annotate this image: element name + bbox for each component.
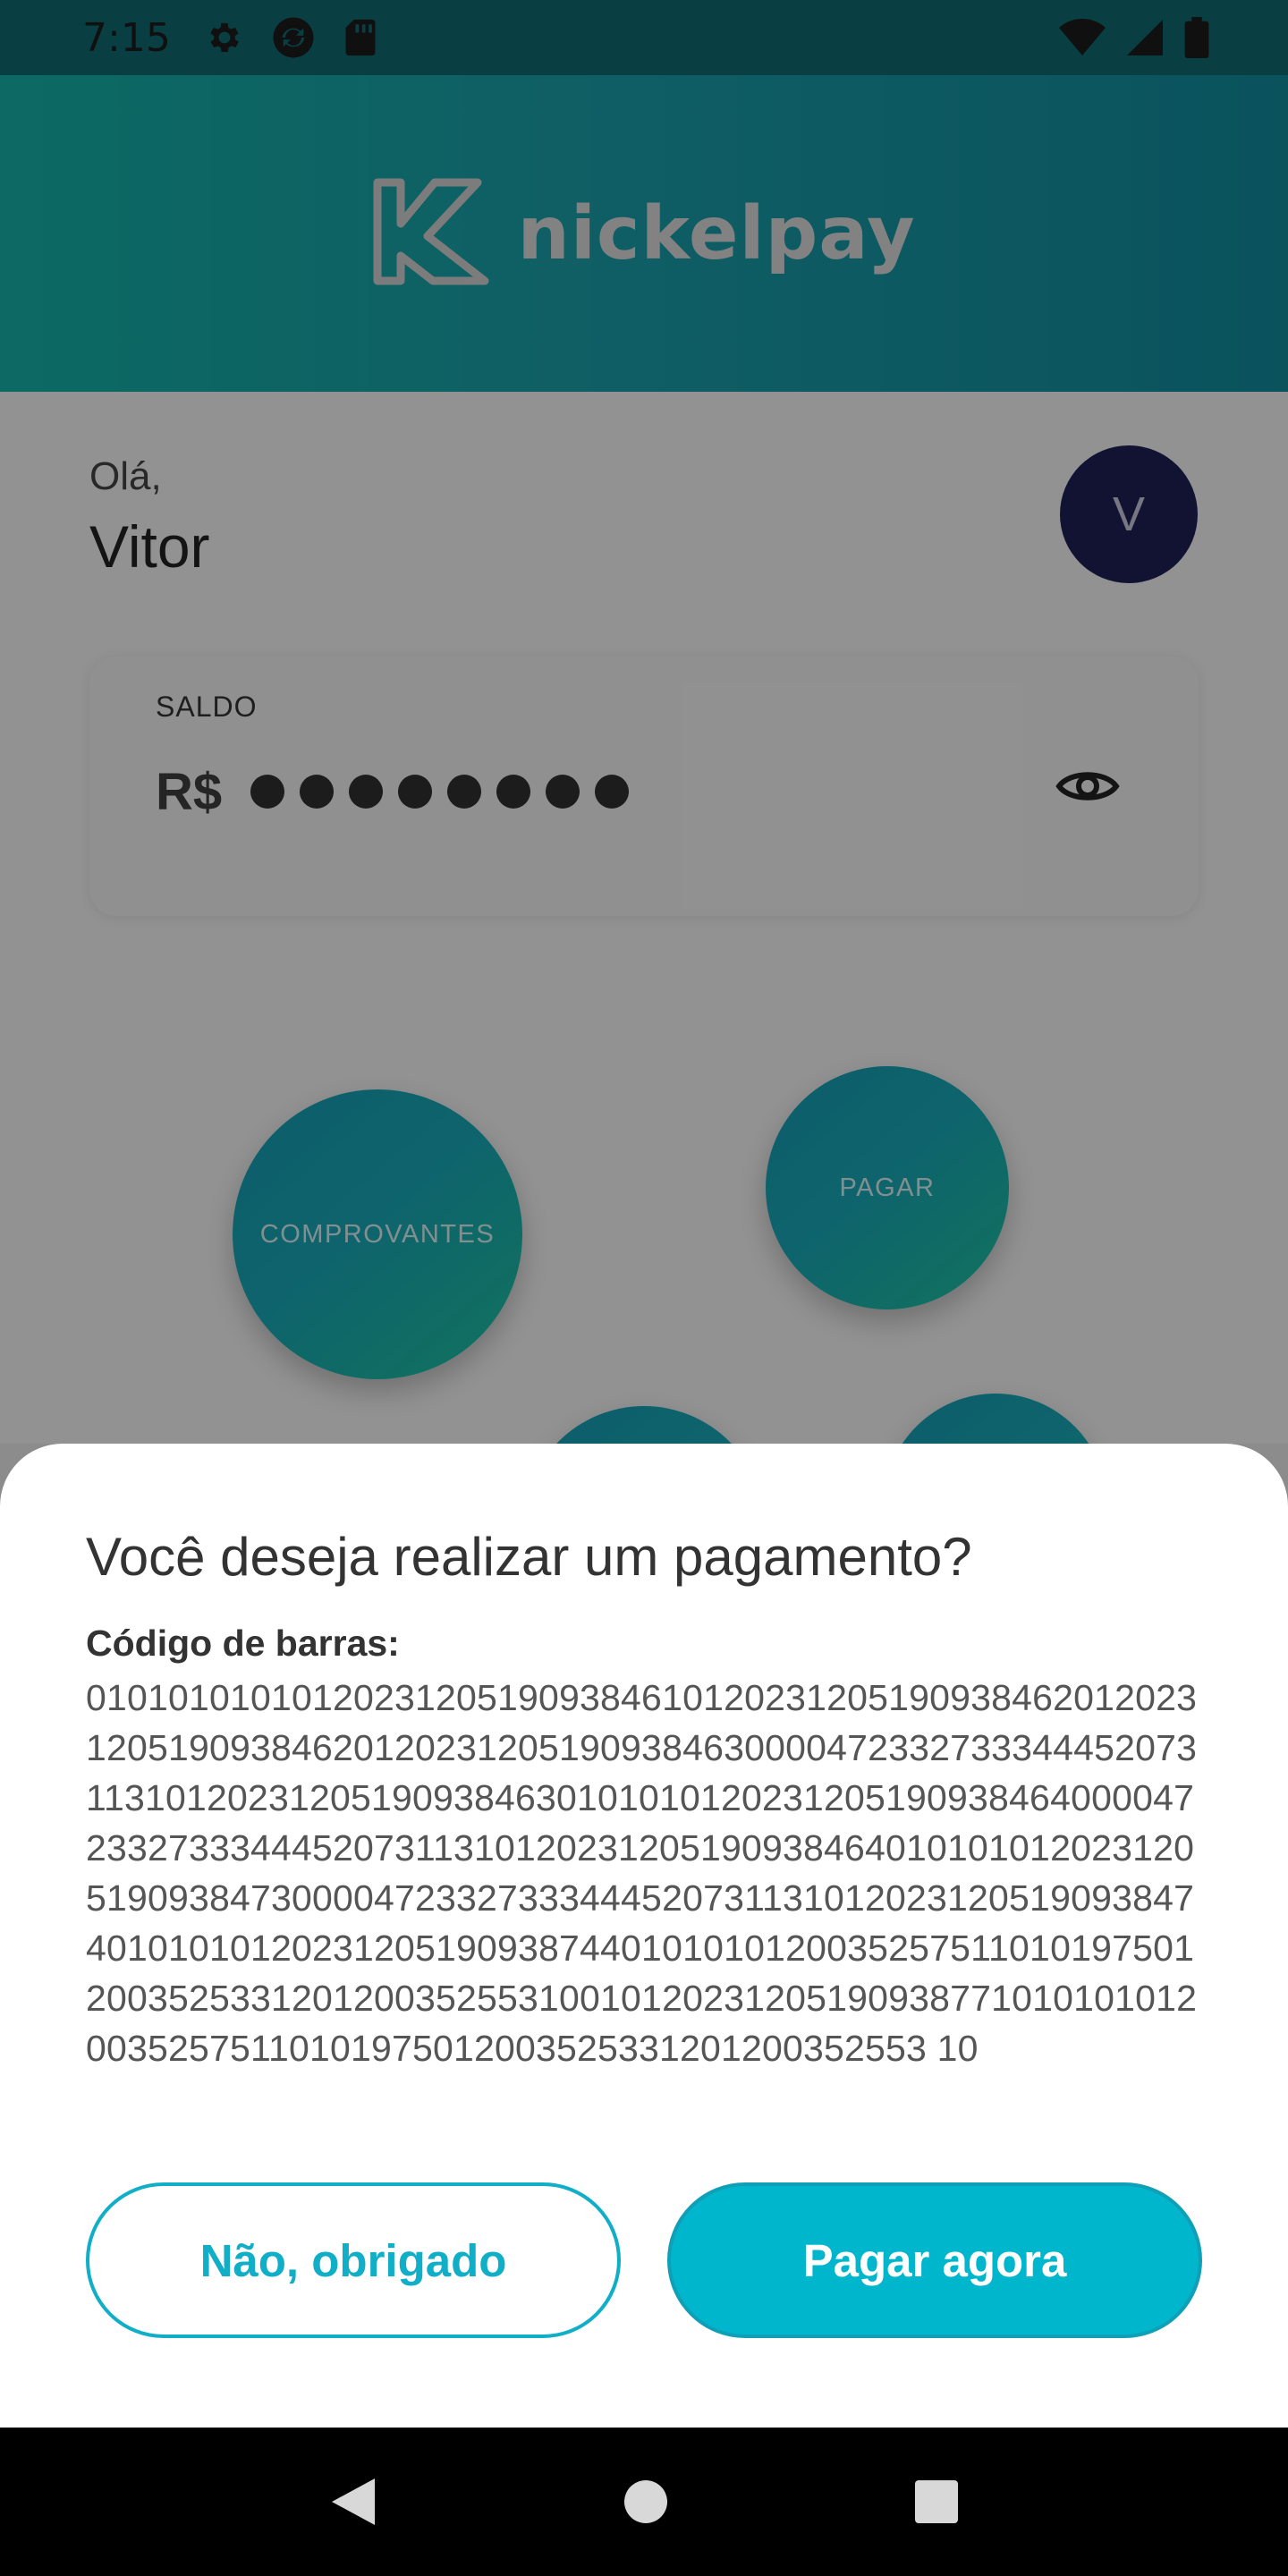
decline-button[interactable]: Não, obrigado [86,2182,621,2338]
back-button[interactable] [328,2475,378,2529]
sheet-title: Você deseja realizar um pagamento? [86,1527,972,1587]
pay-now-button-label: Pagar agora [802,2234,1067,2286]
decline-button-label: Não, obrigado [199,2234,507,2286]
barcode-value: 0101010101012023120519093846101202312051… [86,1677,1198,2069]
home-icon [623,2480,667,2523]
pay-now-button[interactable]: Pagar agora [667,2182,1202,2338]
back-icon [331,2479,375,2525]
recents-button[interactable] [913,2479,960,2525]
barcode-label: Código de barras: [86,1623,400,1664]
recents-icon [915,2480,959,2523]
home-button[interactable] [623,2479,669,2525]
system-nav-bar [0,2428,1288,2576]
payment-confirmation-sheet: Você deseja realizar um pagamento? Códig… [0,1444,1288,2428]
